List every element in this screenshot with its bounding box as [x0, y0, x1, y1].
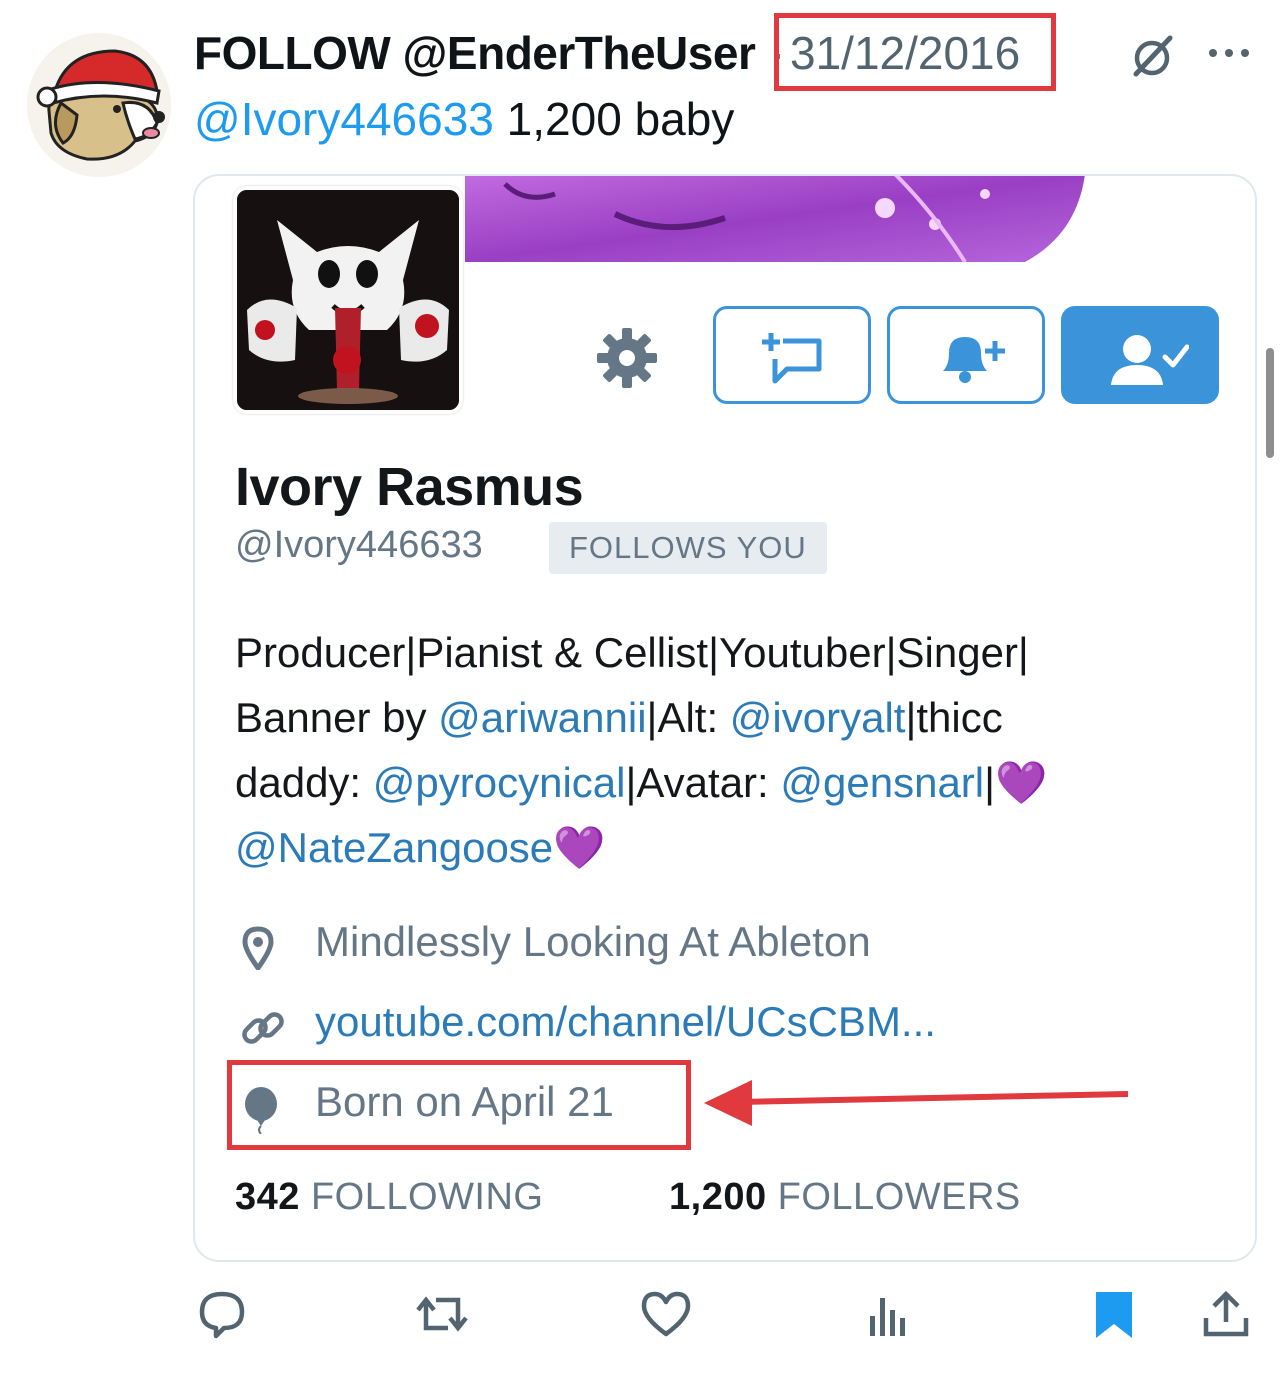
bio-mention[interactable]: @gensnarl: [780, 759, 984, 806]
share-icon[interactable]: [1200, 1288, 1252, 1340]
notification-bell-icon: [943, 337, 1005, 383]
following-stat[interactable]: 342 FOLLOWING: [235, 1176, 544, 1219]
profile-handle: @Ivory446633: [235, 524, 483, 566]
like-icon[interactable]: [640, 1288, 692, 1340]
bio-text: |Avatar:: [625, 759, 781, 806]
retweet-icon[interactable]: [416, 1288, 468, 1340]
tweet-text: @Ivory446633 1,200 baby: [194, 92, 734, 146]
notifications-button[interactable]: [887, 306, 1045, 404]
location-text: Mindlessly Looking At Ableton: [315, 918, 871, 965]
views-icon[interactable]: [864, 1288, 916, 1340]
author-name[interactable]: FOLLOW @EnderTheUser: [194, 26, 756, 80]
embedded-profile-screenshot[interactable]: Ivory Rasmus @Ivory446633 FOLLOWS YOU Pr…: [193, 174, 1257, 1262]
bio-text: |: [984, 759, 996, 806]
bio-line: @NateZangoose💜: [235, 815, 1235, 880]
profile-banner: [465, 176, 1085, 264]
purple-heart-emoji: 💜: [995, 759, 1048, 806]
following-count: 342: [235, 1176, 300, 1218]
bio-line: Banner by @ariwannii|Alt: @ivoryalt|thic…: [235, 685, 1235, 750]
reply-mention[interactable]: @Ivory446633: [194, 93, 494, 145]
bio-mention[interactable]: @pyrocynical: [373, 759, 626, 806]
purple-heart-emoji: 💜: [553, 824, 606, 871]
bio-mention[interactable]: @NateZangoose: [235, 824, 553, 871]
author-avatar[interactable]: [27, 33, 171, 177]
bio-text: |Alt:: [646, 694, 730, 741]
followers-label: FOLLOWERS: [777, 1176, 1021, 1218]
following-label: FOLLOWING: [310, 1176, 544, 1218]
reply-icon[interactable]: [196, 1288, 248, 1340]
grok-icon[interactable]: [1128, 34, 1176, 78]
bio-text: Banner by: [235, 694, 439, 741]
followers-stat[interactable]: 1,200 FOLLOWERS: [669, 1176, 1021, 1219]
location-pin-icon: [242, 926, 274, 970]
bio-line: Producer|Pianist & Cellist|Youtuber|Sing…: [235, 629, 1029, 676]
bookmark-icon[interactable]: [1088, 1288, 1140, 1340]
bio-text: daddy:: [235, 759, 373, 806]
bio-mention[interactable]: @ariwannii: [438, 694, 646, 741]
tweet: FOLLOW @EnderTheUser · 31/12/2016 @Ivory…: [0, 0, 1284, 1388]
link-icon: [242, 1012, 284, 1044]
date-highlight-box: [774, 13, 1056, 91]
birthday-highlight-box: [227, 1060, 691, 1150]
profile-bio: Producer|Pianist & Cellist|Youtuber|Sing…: [235, 620, 1235, 880]
direct-message-button[interactable]: [713, 306, 871, 404]
tweet-body: 1,200 baby: [493, 93, 735, 145]
profile-name: Ivory Rasmus: [235, 457, 584, 517]
following-icon: [1111, 335, 1189, 385]
more-icon[interactable]: [1206, 40, 1252, 66]
url-text[interactable]: youtube.com/channel/UCsCBM...: [315, 998, 936, 1046]
scrollbar[interactable]: [1266, 348, 1274, 458]
direct-message-icon: [762, 333, 822, 384]
profile-avatar[interactable]: [233, 186, 463, 414]
red-arrow-annotation: [704, 1080, 1129, 1126]
bio-mention[interactable]: @ivoryalt: [730, 694, 906, 741]
bio-text: |thicc: [905, 694, 1003, 741]
followers-count: 1,200: [669, 1176, 767, 1218]
gear-icon[interactable]: [595, 326, 659, 390]
follows-you-badge: FOLLOWS YOU: [549, 522, 827, 574]
bio-line: daddy: @pyrocynical|Avatar: @gensnarl|💜: [235, 750, 1235, 815]
following-button[interactable]: [1061, 306, 1219, 404]
